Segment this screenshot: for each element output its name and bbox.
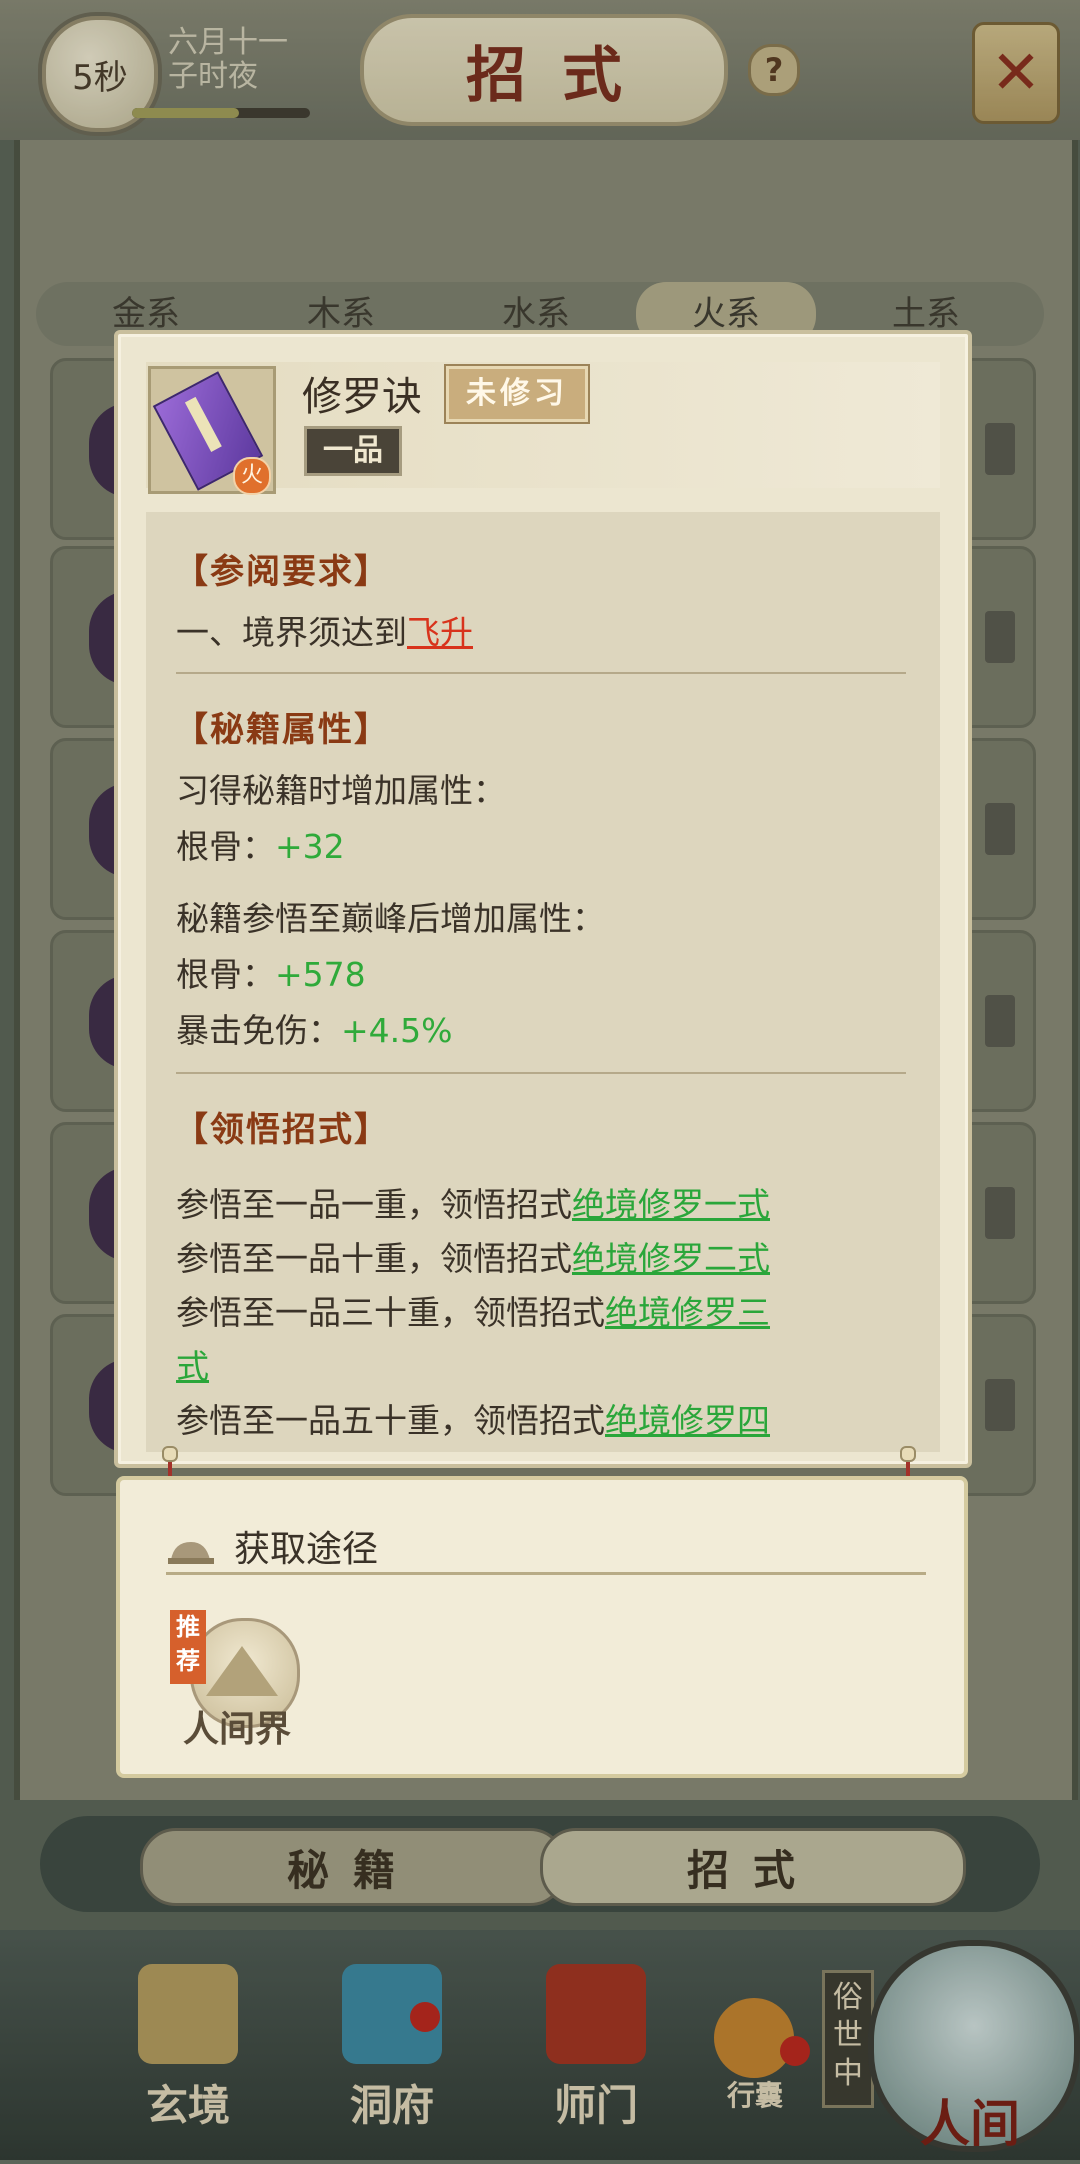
peak-attr-value: +578 [275,955,366,994]
acquisition-title: 获取途径 [234,1529,379,1570]
secret-book-icon: 火 [148,366,276,495]
insight-line-cont: 式 [176,1340,209,1388]
realm-requirement-link[interactable]: 飞升 [407,613,473,652]
insights-title: 【领悟招式】 [174,1110,390,1150]
move-link[interactable]: 绝境修罗一式 [572,1185,770,1224]
divider [166,1572,926,1575]
learn-attr-line: 根骨：+32 [176,827,345,866]
grade-badge: 一品 [304,426,402,476]
requirements-title: 【参阅要求】 [174,552,390,592]
peak-attr-line: 根骨：+578 [176,955,366,994]
peak-attr-header: 秘籍参悟至巅峰后增加属性： [176,899,605,938]
insight-line: 参悟至一品五十重，领悟招式绝境修罗四 [176,1401,770,1440]
skill-name: 修罗诀 [302,374,422,420]
insight-line: 参悟至一品十重，领悟招式绝境修罗二式 [176,1239,770,1278]
move-link[interactable]: 绝境修罗二式 [572,1239,770,1278]
status-badge: 未修习 [446,366,588,422]
acquisition-source-button[interactable]: 推荐 人间界 [170,1610,300,1750]
divider [176,672,906,674]
move-link[interactable]: 式 [176,1347,209,1386]
insight-line: 参悟至一品三十重，领悟招式绝境修罗三 [176,1293,770,1332]
source-name: 人间界 [182,1708,291,1750]
fire-element-badge: 火 [233,457,271,495]
skill-detail-popup: 火 修罗诀 未修习 一品 【参阅要求】 一、境界须达到飞升 【秘籍属性】 习得秘… [114,330,972,1468]
recommend-badge: 推荐 [170,1610,206,1684]
attributes-title: 【秘籍属性】 [174,710,390,750]
peak-attr-line: 暴击免伤：+4.5% [176,1011,453,1050]
learn-attr-value: +32 [275,827,345,866]
peak-attr-value: +4.5% [341,1011,453,1050]
move-link[interactable]: 绝境修罗三 [605,1293,770,1332]
acquisition-panel: 获取途径 推荐 人间界 [116,1476,968,1778]
mountain-icon [206,1646,278,1696]
divider [176,1072,906,1074]
popup-body[interactable]: 【参阅要求】 一、境界须达到飞升 【秘籍属性】 习得秘籍时增加属性： 根骨：+3… [146,512,940,1452]
insight-line: 参悟至一品一重，领悟招式绝境修罗一式 [176,1185,770,1224]
scroll-icon [168,1542,214,1564]
move-link[interactable]: 绝境修罗四 [605,1401,770,1440]
learn-attr-header: 习得秘籍时增加属性： [176,771,506,810]
requirement-line: 一、境界须达到飞升 [176,613,473,652]
